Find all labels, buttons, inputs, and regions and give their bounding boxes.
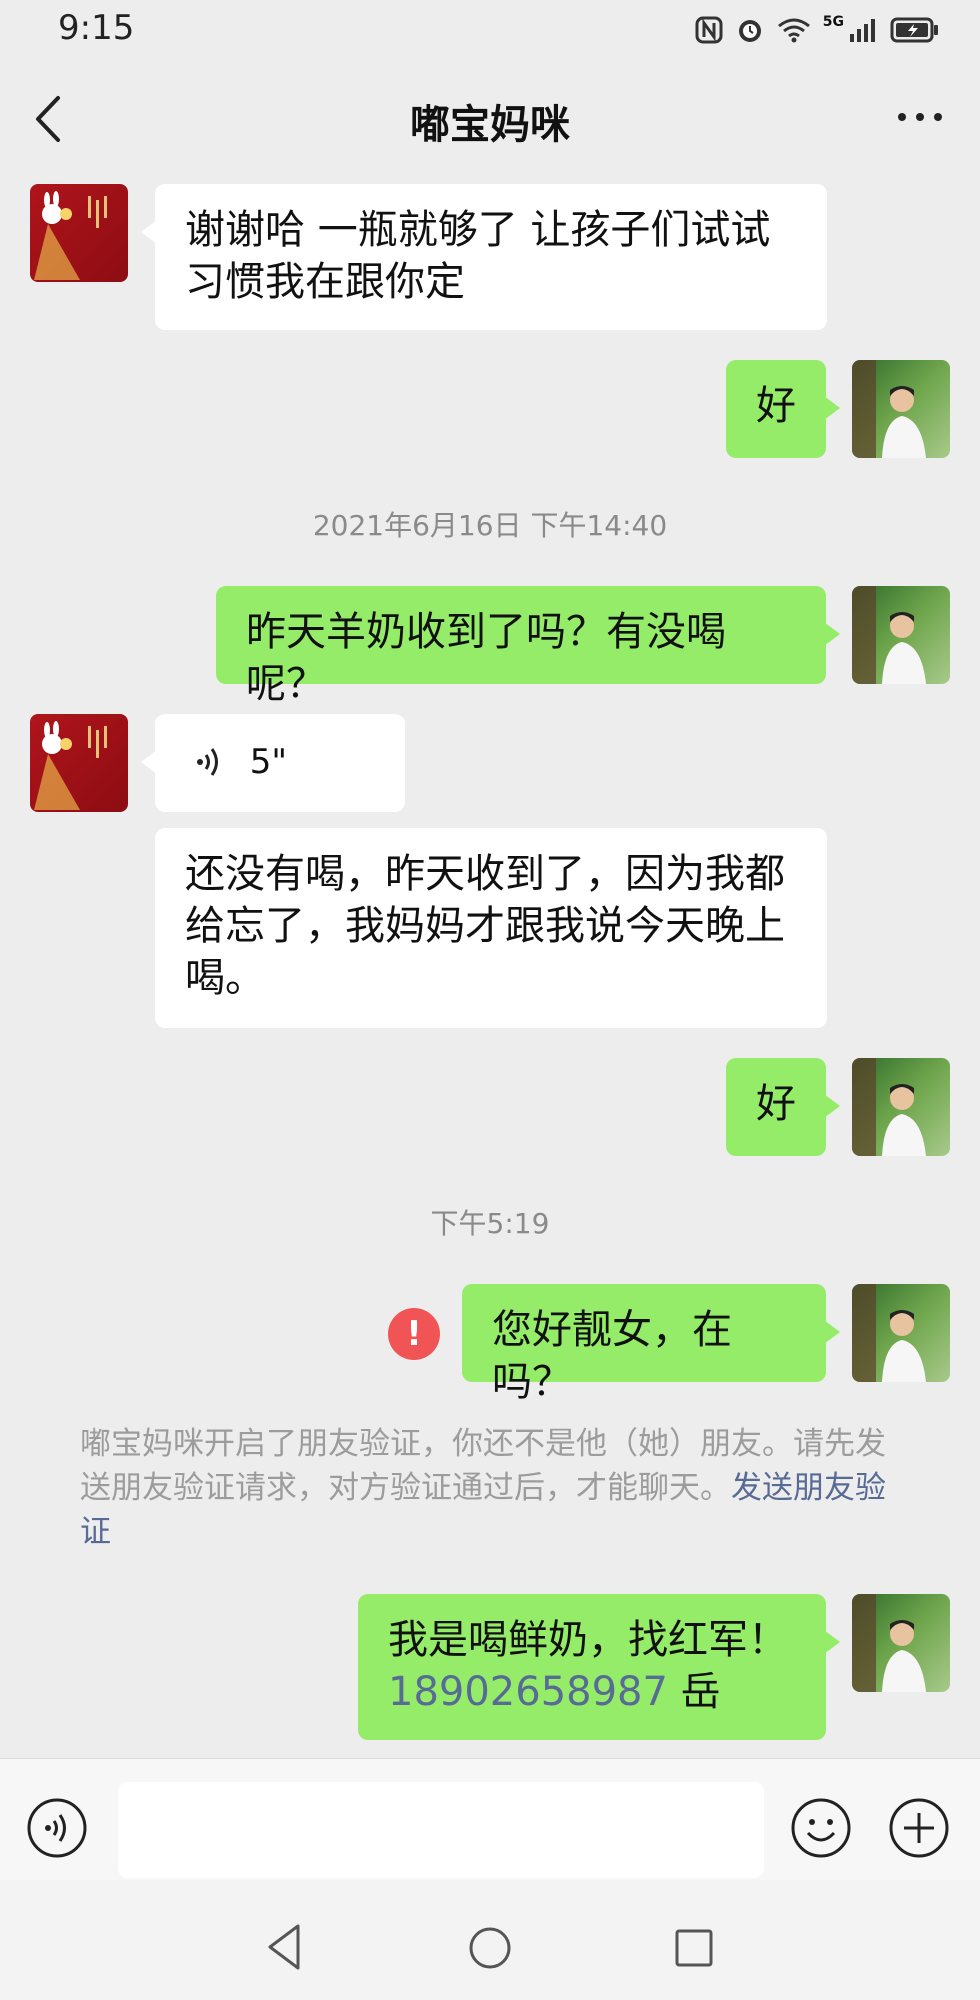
message-timestamp: 下午5:19 [430,1207,550,1240]
message-text: 好 [756,383,796,429]
message-text: 好 [756,1081,796,1127]
wifi-icon [777,18,810,43]
chat-title: 嘟宝妈咪 [410,102,570,148]
message-text: 昨天羊奶收到了吗？有没喝呢？ [246,609,726,707]
message-bubble-sent[interactable]: 好 [726,1058,840,1156]
my-avatar[interactable] [852,586,950,684]
send-failed-icon[interactable]: ! [388,1308,440,1360]
my-avatar[interactable] [852,360,950,458]
my-avatar[interactable] [852,1594,950,1692]
message-text: 我是喝鲜奶，找红军！ [388,1617,788,1663]
phone-number-link[interactable]: 18902658987 [388,1669,668,1715]
message-text: 还没有喝，昨天收到了，因为我都 给忘了，我妈妈才跟我说今天晚上 喝。 [185,851,785,1001]
my-avatar[interactable] [852,1058,950,1156]
network-label: 5G [822,14,844,30]
man-avatar-image [852,360,950,458]
nav-back-icon[interactable] [264,1922,304,1972]
rabbit-avatar-image [30,714,128,812]
message-text: 您好靓女，在吗？ [492,1307,732,1405]
voice-message-bubble[interactable]: 5" [141,714,405,812]
nav-recent-apps-icon[interactable] [674,1928,714,1968]
friend-verification-notice: 嘟宝妈咪开启了朋友验证，你还不是他（她）朋友。请先发送朋友验证请求，对方验证通过… [80,1422,900,1554]
battery-icon [890,17,938,43]
more-functions-plus-icon[interactable] [888,1797,950,1859]
alarm-icon [738,20,761,42]
message-bubble-sent[interactable]: 我是喝鲜奶，找红军！ 18902658987 岳 [358,1594,840,1740]
man-avatar-image [852,1284,950,1382]
voice-wave-icon [197,748,218,776]
voice-input-toggle-icon[interactable] [26,1797,88,1859]
nav-home-icon[interactable] [468,1926,512,1970]
message-suffix: 岳 [667,1669,721,1715]
voice-duration: 5" [249,742,287,782]
signal-icon [850,19,875,42]
message-timestamp: 2021年6月16日 下午14:40 [312,509,668,542]
contact-avatar[interactable] [30,184,128,282]
message-input[interactable] [118,1782,764,1878]
man-avatar-image [852,1058,950,1156]
message-bubble-sent[interactable]: 好 [726,360,840,458]
contact-avatar[interactable] [30,714,128,812]
message-bubble-sent[interactable]: 您好靓女，在吗？ [462,1284,840,1405]
message-bubble-received[interactable]: 还没有喝，昨天收到了，因为我都 给忘了，我妈妈才跟我说今天晚上 喝。 [155,828,827,1028]
status-time: 9:15 [58,8,135,48]
status-icons: 5G [695,10,940,50]
rabbit-avatar-image [30,184,128,282]
message-bubble-received[interactable]: 谢谢哈 一瓶就够了 让孩子们试试 习惯我在跟你定 [141,184,827,330]
nfc-icon [695,16,723,44]
more-options-icon[interactable] [890,102,950,132]
message-bubble-sent[interactable]: 昨天羊奶收到了吗？有没喝呢？ [216,586,840,707]
my-avatar[interactable] [852,1284,950,1382]
man-avatar-image [852,1594,950,1692]
emoji-icon[interactable] [790,1797,852,1859]
man-avatar-image [852,586,950,684]
message-text: 谢谢哈 一瓶就够了 让孩子们试试 习惯我在跟你定 [185,207,771,305]
